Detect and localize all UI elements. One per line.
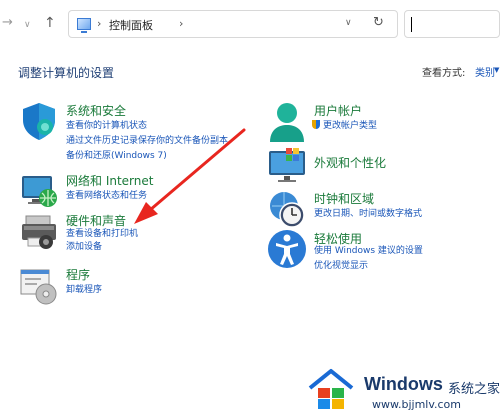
category-title[interactable]: 时钟和区域 <box>314 190 374 207</box>
watermark-house-logo <box>308 369 354 409</box>
forward-icon[interactable]: → <box>2 15 13 31</box>
link-file-history[interactable]: 通过文件历史记录保存你的文件备份副本 <box>66 135 228 147</box>
search-input[interactable] <box>404 10 500 38</box>
watermark-brand-cn: 系统之家 <box>448 382 500 397</box>
user-icon[interactable] <box>266 100 308 142</box>
printer-icon[interactable] <box>18 210 60 252</box>
watermark-brand: Windows <box>364 374 443 394</box>
category-title[interactable]: 用户帐户 <box>314 102 362 119</box>
annotation-arrow <box>134 128 246 224</box>
chevron-right-icon[interactable]: › <box>179 17 183 30</box>
uac-shield-icon <box>312 120 320 129</box>
category-title[interactable]: 程序 <box>66 266 90 283</box>
link-change-date-time-format[interactable]: 更改日期、时间或数字格式 <box>314 208 422 220</box>
address-bar: → ∨ ↑ › 控制面板 › ∨ ↻ <box>0 0 500 46</box>
link-label: 更改帐户类型 <box>323 121 378 131</box>
link-network-status[interactable]: 查看网络状态和任务 <box>66 190 147 202</box>
chevron-down-icon[interactable]: ▼ <box>494 66 499 74</box>
text-caret <box>411 17 412 32</box>
clock-globe-icon[interactable] <box>266 188 308 230</box>
network-globe-icon[interactable] <box>18 170 60 212</box>
link-devices-printers[interactable]: 查看设备和打印机 <box>66 228 138 240</box>
link-change-account-type[interactable]: 更改帐户类型 <box>312 120 377 132</box>
view-by-dropdown[interactable]: 类别 <box>475 64 495 79</box>
view-by-label: 查看方式: <box>422 68 466 79</box>
link-windows-suggested-settings[interactable]: 使用 Windows 建议的设置 <box>314 245 423 257</box>
link-view-computer-status[interactable]: 查看你的计算机状态 <box>66 120 147 132</box>
category-title[interactable]: 外观和个性化 <box>314 154 386 171</box>
chevron-right-icon[interactable]: › <box>97 17 101 30</box>
refresh-icon[interactable]: ↻ <box>373 15 384 30</box>
category-title[interactable]: 硬件和声音 <box>66 212 126 229</box>
chevron-down-icon[interactable]: ∨ <box>345 18 352 28</box>
shield-icon[interactable] <box>18 100 60 142</box>
link-add-device[interactable]: 添加设备 <box>66 241 102 253</box>
recent-locations-icon[interactable]: ∨ <box>24 17 31 33</box>
watermark-url: www.bjjmlv.com <box>372 398 461 411</box>
personalization-monitor-icon[interactable] <box>266 146 308 188</box>
link-optimize-visual-display[interactable]: 优化视觉显示 <box>314 260 368 272</box>
breadcrumb-control-panel[interactable]: 控制面板 <box>109 17 153 33</box>
control-panel-icon <box>77 18 91 33</box>
link-uninstall-program[interactable]: 卸载程序 <box>66 284 102 296</box>
up-icon[interactable]: ↑ <box>44 15 56 31</box>
programs-icon[interactable] <box>18 264 60 306</box>
category-title[interactable]: 系统和安全 <box>66 102 126 119</box>
accessibility-icon[interactable] <box>266 228 308 270</box>
path-box[interactable]: › 控制面板 › ∨ ↻ <box>68 10 398 38</box>
page-title: 调整计算机的设置 <box>18 66 115 80</box>
category-title[interactable]: 网络和 Internet <box>66 172 153 189</box>
link-backup-restore[interactable]: 备份和还原(Windows 7) <box>66 150 167 162</box>
